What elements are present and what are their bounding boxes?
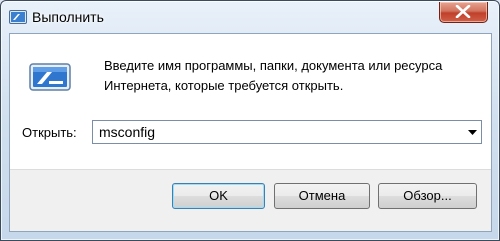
ok-button[interactable]: OK bbox=[172, 183, 265, 209]
description-text: Введите имя программы, папки, документа … bbox=[104, 58, 443, 93]
title-bar[interactable]: Выполнить bbox=[1, 1, 499, 33]
run-program-icon bbox=[29, 62, 71, 92]
browse-button[interactable]: Обзор... bbox=[378, 183, 477, 209]
dialog-body: Введите имя программы, папки, документа … bbox=[9, 33, 492, 232]
chevron-down-icon[interactable] bbox=[468, 130, 477, 135]
close-button[interactable] bbox=[439, 2, 488, 23]
open-label: Открыть: bbox=[22, 125, 77, 140]
close-icon bbox=[455, 5, 471, 18]
run-dialog-window: Выполнить Введите имя программы, папки, … bbox=[0, 0, 500, 241]
cancel-button[interactable]: Отмена bbox=[274, 183, 370, 209]
open-combobox[interactable]: msconfig bbox=[92, 120, 482, 144]
run-icon bbox=[9, 9, 27, 25]
window-title: Выполнить bbox=[32, 9, 104, 25]
open-input-value[interactable]: msconfig bbox=[99, 124, 155, 140]
